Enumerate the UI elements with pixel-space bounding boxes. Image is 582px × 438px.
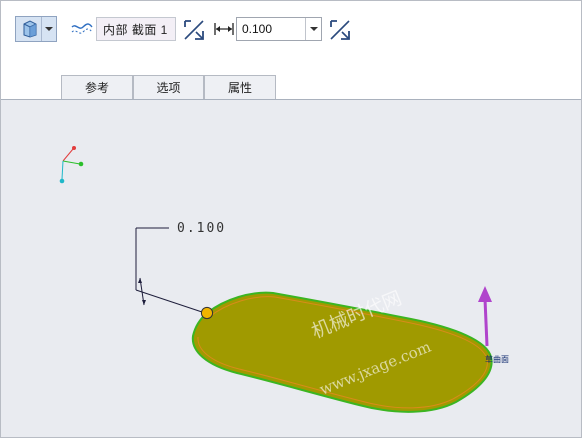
surface-label: 草曲面 <box>485 354 509 364</box>
thickness-dropdown[interactable] <box>305 18 321 40</box>
flip-thickness-icon[interactable] <box>328 18 352 42</box>
dimension-value-text[interactable]: 0.100 <box>177 221 226 236</box>
window-frame: 内部 截面 1 0.100 参考 选项 属性 0.100 草曲面 机械时代网 w… <box>0 0 582 438</box>
section-select-field[interactable]: 内部 截面 1 <box>96 17 176 41</box>
chevron-down-icon <box>309 27 318 31</box>
solid-type-button[interactable] <box>15 16 57 42</box>
dashboard-ribbon: 内部 截面 1 0.100 参考 选项 属性 <box>1 1 581 99</box>
drag-handle[interactable] <box>200 306 214 320</box>
section-wave-icon <box>71 20 93 38</box>
graphics-viewport[interactable]: 0.100 草曲面 机械时代网 www.jxage.com <box>1 100 581 437</box>
solid-block-icon <box>20 20 40 43</box>
tab-references[interactable]: 参考 <box>61 75 133 99</box>
thickness-dimension[interactable]: 0.100 <box>135 221 226 314</box>
direction-arrow-icon[interactable] <box>478 286 492 347</box>
tab-properties[interactable]: 属性 <box>204 75 276 99</box>
solid-type-dropdown[interactable] <box>41 17 56 41</box>
coordinate-triad-icon <box>59 146 84 184</box>
thickness-value[interactable]: 0.100 <box>237 22 305 36</box>
dimension-width-icon <box>213 21 235 37</box>
thickness-input[interactable]: 0.100 <box>236 17 322 41</box>
flip-direction-icon[interactable] <box>182 18 206 42</box>
chevron-down-icon <box>45 27 53 31</box>
tab-options[interactable]: 选项 <box>133 75 204 99</box>
